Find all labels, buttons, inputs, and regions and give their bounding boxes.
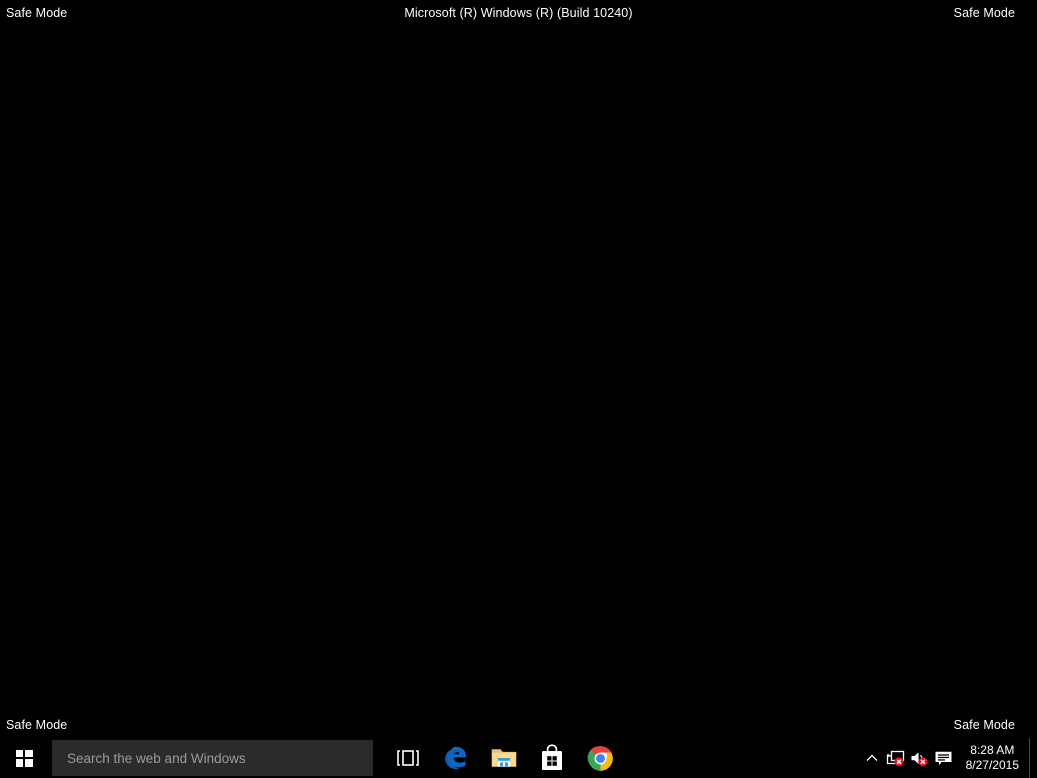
clock-date: 8/27/2015 bbox=[965, 758, 1019, 772]
network-icon bbox=[886, 750, 905, 766]
safe-mode-watermark-bottom-right: Safe Mode bbox=[953, 718, 1015, 732]
start-button[interactable] bbox=[0, 738, 48, 778]
taskbar-spacer bbox=[624, 738, 860, 778]
search-input[interactable]: Search the web and Windows bbox=[52, 740, 373, 776]
volume-tray-button[interactable] bbox=[908, 738, 932, 778]
google-chrome-button[interactable] bbox=[576, 738, 624, 778]
file-explorer-icon bbox=[491, 749, 517, 767]
show-desktop-button[interactable] bbox=[1029, 738, 1037, 778]
search-placeholder: Search the web and Windows bbox=[67, 750, 246, 766]
pinned-apps bbox=[384, 738, 624, 778]
chrome-icon bbox=[587, 745, 613, 771]
desktop[interactable] bbox=[0, 0, 1037, 738]
edge-icon bbox=[445, 746, 466, 770]
task-view-button[interactable] bbox=[384, 738, 432, 778]
action-center-button[interactable] bbox=[932, 738, 956, 778]
microsoft-edge-button[interactable] bbox=[432, 738, 480, 778]
file-explorer-button[interactable] bbox=[480, 738, 528, 778]
task-view-icon bbox=[397, 750, 419, 766]
store-button[interactable] bbox=[528, 738, 576, 778]
windows-build-watermark: Microsoft (R) Windows (R) (Build 10240) bbox=[404, 6, 633, 20]
store-icon bbox=[542, 744, 562, 770]
clock[interactable]: 8:28 AM 8/27/2015 bbox=[956, 738, 1029, 778]
safe-mode-watermark-bottom-left: Safe Mode bbox=[6, 718, 68, 732]
system-tray: 8:28 AM 8/27/2015 bbox=[860, 738, 1037, 778]
show-hidden-icons-button[interactable] bbox=[860, 738, 884, 778]
action-center-icon bbox=[935, 751, 952, 765]
network-tray-button[interactable] bbox=[884, 738, 908, 778]
safe-mode-watermark-top-right: Safe Mode bbox=[953, 6, 1015, 20]
chevron-up-icon bbox=[866, 754, 878, 761]
taskbar: Search the web and Windows 8:28 AM 8/27/… bbox=[0, 738, 1037, 778]
speaker-icon bbox=[911, 751, 928, 766]
windows-logo-icon bbox=[15, 749, 33, 767]
clock-time: 8:28 AM bbox=[970, 743, 1015, 757]
